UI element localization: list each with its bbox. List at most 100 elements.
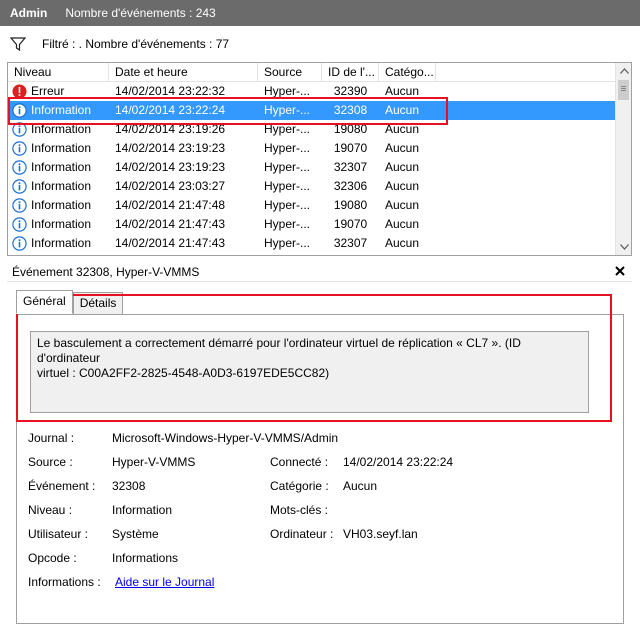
scroll-down-arrow[interactable] (616, 239, 631, 255)
level-text: Information (31, 179, 92, 193)
table-row[interactable]: Information 14/02/2014 23:19:23 Hyper-... 1… (8, 139, 618, 158)
table-row[interactable]: Information 14/02/2014 21:47:48 Hyper-... 1… (8, 196, 618, 215)
level-text: Information (31, 160, 92, 174)
info-icon (12, 141, 27, 156)
source-cell: Hyper-... (264, 122, 311, 136)
level-text: Information (31, 217, 92, 231)
datetime-cell: 14/02/2014 21:47:43 (115, 217, 226, 231)
message-line-2: virtuel : C00A2FF2-2825-4548-A0D3-6197ED… (37, 366, 330, 380)
connecte-value: 14/02/2014 23:22:24 (343, 455, 454, 469)
category-cell: Aucun (385, 122, 420, 136)
category-cell: Aucun (385, 160, 420, 174)
column-header-niveau[interactable]: Niveau (8, 63, 109, 82)
level-text: Information (31, 198, 92, 212)
event-detail-title: Événement 32308, Hyper-V-VMMS (12, 264, 200, 279)
column-header-date[interactable]: Date et heure (109, 63, 258, 82)
column-header-source[interactable]: Source (258, 63, 322, 82)
help-log-link[interactable]: Aide sur le Journal (115, 575, 214, 590)
id-cell: 32390 (333, 84, 368, 98)
tab-general[interactable]: Général (16, 290, 73, 314)
event-list[interactable]: Niveau Date et heure Source ID de l'... … (7, 62, 632, 256)
level-cell: Information (8, 120, 109, 139)
level-text: Information (31, 236, 92, 250)
datetime-cell: 14/02/2014 21:47:48 (115, 198, 226, 212)
table-row[interactable]: Information 14/02/2014 23:03:27 Hyper-... 3… (8, 177, 618, 196)
datetime-cell: 14/02/2014 23:03:27 (115, 179, 226, 193)
evenement-value: 32308 (112, 479, 146, 493)
datetime-cell: 14/02/2014 23:22:32 (115, 84, 226, 98)
close-icon[interactable] (614, 265, 626, 277)
id-cell: 19070 (333, 141, 368, 155)
level-cell: Information (8, 158, 109, 177)
chevron-down-icon (619, 244, 629, 250)
level-text: Erreur (31, 84, 65, 98)
info-icon (12, 198, 27, 213)
table-row[interactable]: Information 14/02/2014 21:47:43 Hyper-... 3… (8, 234, 618, 253)
ordinateur-value: VH03.seyf.lan (343, 527, 418, 541)
table-row[interactable]: Erreur 14/02/2014 23:22:32 Hyper-... 32390 A… (8, 82, 618, 101)
level-cell: Information (8, 234, 109, 253)
category-cell: Aucun (385, 217, 420, 231)
info-icon (12, 179, 27, 194)
journal-value: Microsoft-Windows-Hyper-V-VMMS/Admin (112, 431, 339, 445)
category-cell: Aucun (385, 179, 420, 193)
source-cell: Hyper-... (264, 236, 311, 250)
niveau-label: Niveau : (28, 503, 73, 517)
detail-tabs: Général Détails (16, 290, 124, 314)
id-cell: 32306 (333, 179, 368, 193)
motscles-label: Mots-clés : (270, 503, 329, 517)
event-count: Nombre d'événements : 243 (65, 6, 216, 20)
table-row[interactable]: Information 14/02/2014 23:19:26 Hyper-... 1… (8, 120, 618, 139)
title-bar: Admin Nombre d'événements : 243 (0, 0, 640, 26)
info-icon (12, 217, 27, 232)
vertical-scrollbar[interactable] (615, 63, 631, 255)
table-row[interactable]: Information 14/02/2014 23:19:23 Hyper-... 3… (8, 158, 618, 177)
category-cell: Aucun (385, 103, 420, 117)
table-row[interactable]: Information 14/02/2014 21:47:43 Hyper-... 1… (8, 215, 618, 234)
source-cell: Hyper-... (264, 217, 311, 231)
event-message: Le basculement a correctement démarré po… (30, 331, 589, 413)
source-cell: Hyper-... (264, 141, 311, 155)
categorie-value: Aucun (343, 479, 378, 493)
level-cell: Information (8, 177, 109, 196)
source-value: Hyper-V-VMMS (112, 455, 196, 469)
category-cell: Aucun (385, 236, 420, 250)
level-cell: Information (8, 139, 109, 158)
source-cell: Hyper-... (264, 84, 311, 98)
category-cell: Aucun (385, 198, 420, 212)
id-cell: 19080 (333, 122, 368, 136)
event-detail-header: Événement 32308, Hyper-V-VMMS (7, 262, 632, 282)
tab-details[interactable]: Détails (72, 292, 124, 314)
evenement-label: Événement : (28, 479, 96, 493)
id-cell: 32307 (333, 160, 368, 174)
category-cell: Aucun (385, 84, 420, 98)
source-cell: Hyper-... (264, 198, 311, 212)
info-icon (12, 122, 27, 137)
error-icon (12, 84, 27, 99)
datetime-cell: 14/02/2014 23:19:23 (115, 141, 226, 155)
id-cell: 32308 (333, 103, 368, 117)
utilisateur-value: Système (112, 527, 159, 541)
scroll-thumb[interactable] (618, 80, 629, 100)
message-line-1: Le basculement a correctement démarré po… (37, 336, 521, 365)
connecte-label: Connecté : (270, 455, 329, 469)
filter-icon (10, 37, 26, 52)
datetime-cell: 14/02/2014 23:19:23 (115, 160, 226, 174)
scroll-up-arrow[interactable] (616, 63, 631, 79)
categorie-label: Catégorie : (270, 479, 329, 493)
info-icon (12, 103, 27, 118)
source-cell: Hyper-... (264, 160, 311, 174)
info-icon (12, 236, 27, 251)
level-cell: Information (8, 196, 109, 215)
category-cell: Aucun (385, 141, 420, 155)
level-text: Information (31, 122, 92, 136)
table-row[interactable]: Information 14/02/2014 23:22:24 Hyper-... 3… (8, 101, 618, 120)
utilisateur-label: Utilisateur : (28, 527, 89, 541)
id-cell: 19070 (333, 217, 368, 231)
source-cell: Hyper-... (264, 103, 311, 117)
info-icon (12, 160, 27, 175)
app-title: Admin (10, 6, 48, 20)
column-header-id[interactable]: ID de l'... (322, 63, 379, 82)
level-text: Information (31, 103, 92, 117)
column-header-category[interactable]: Catégo... (379, 63, 436, 82)
